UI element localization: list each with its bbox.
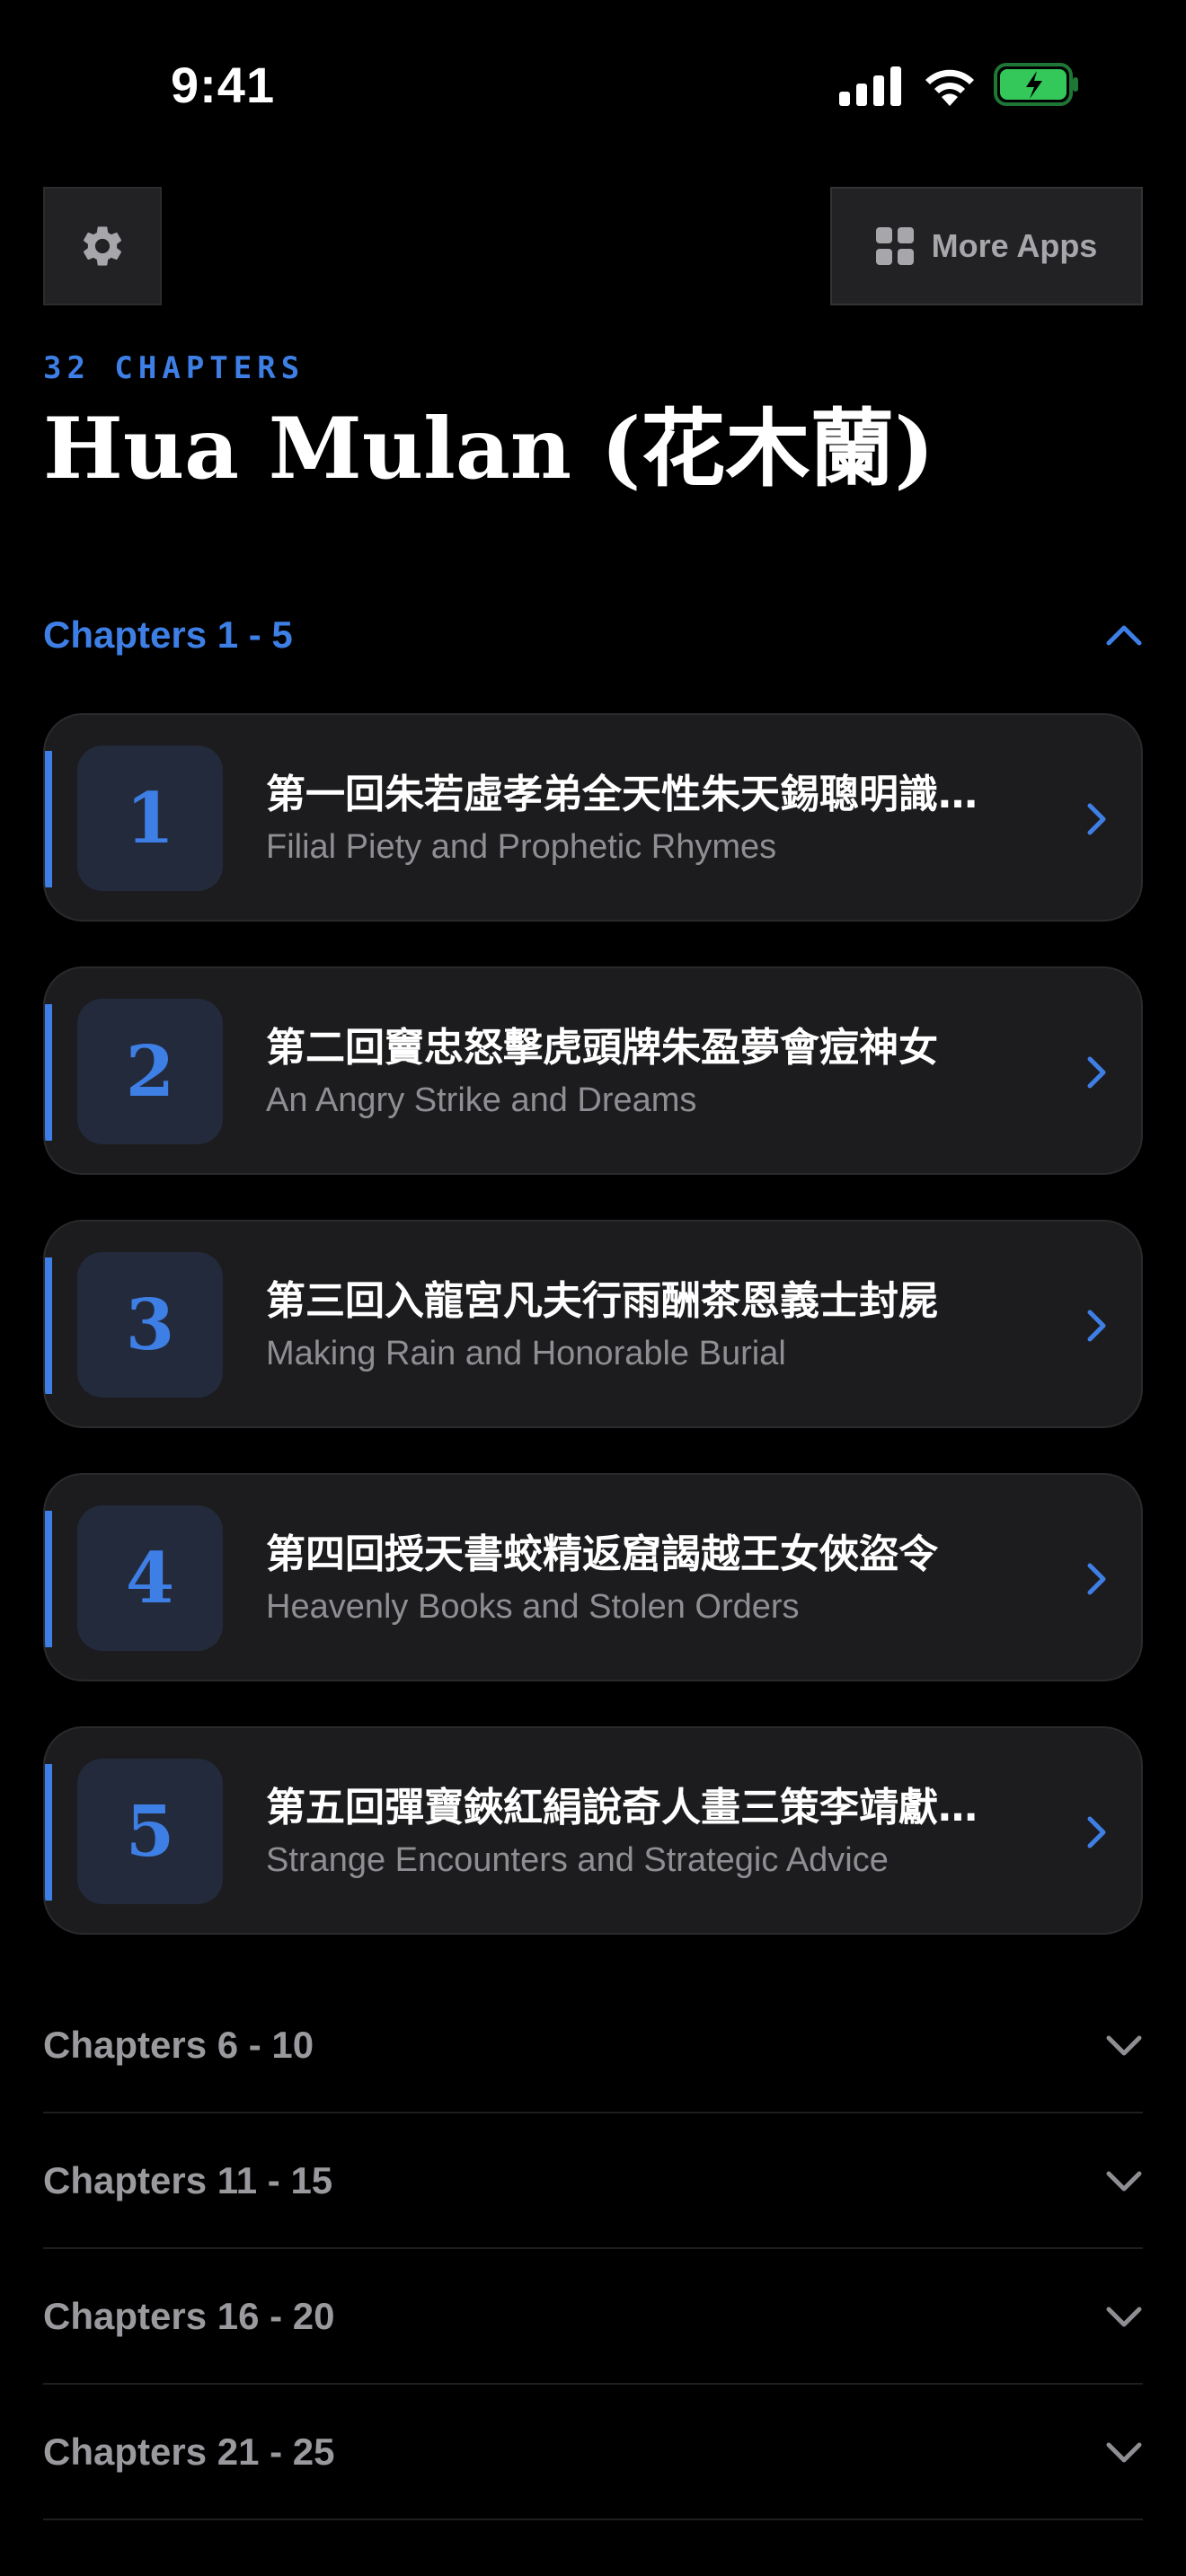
- chapter-number-badge: 2: [77, 999, 223, 1144]
- section-label: Chapters 11 - 15: [43, 2159, 333, 2201]
- chapter-title-chinese: 第四回授天書蛟精返窟謁越王女俠盜令: [266, 1531, 938, 1577]
- wifi-icon: [925, 69, 974, 106]
- card-accent: [45, 1004, 52, 1141]
- chapter-title-english: Making Rain and Honorable Burial: [266, 1335, 786, 1372]
- chapter-title-chinese: 第一回朱若虛孝弟全天性朱天錫聰明識…: [266, 772, 978, 817]
- section-header-chapters-1-5[interactable]: Chapters 1 - 5: [43, 595, 1143, 675]
- gear-icon: [83, 226, 122, 266]
- grid-icon: [875, 227, 914, 265]
- section-header-chapters-21-25[interactable]: Chapters 21 - 25: [43, 2386, 1143, 2520]
- battery-charging-icon: [994, 63, 1078, 106]
- card-accent: [45, 1257, 52, 1394]
- section-label: Chapters 21 - 25: [43, 2430, 335, 2473]
- chapter-number: 2: [125, 1030, 175, 1113]
- section-label: Chapters 16 - 20: [43, 2295, 335, 2337]
- chapter-card-5[interactable]: 5 第五回彈寶鋏紅絹說奇人畫三策李靖獻… Strange Encounters …: [43, 1726, 1143, 1935]
- chapter-number: 4: [125, 1537, 175, 1619]
- chapter-title-english: Filial Piety and Prophetic Rhymes: [266, 828, 777, 866]
- chapter-title-chinese: 第五回彈寶鋏紅絹說奇人畫三策李靖獻…: [266, 1785, 978, 1831]
- chevron-right-icon: [1087, 1563, 1106, 1595]
- chapter-number-badge: 1: [77, 745, 223, 891]
- chapter-count: 32 CHAPTERS: [43, 350, 305, 386]
- chapter-title-english: Strange Encounters and Strategic Advice: [266, 1841, 889, 1879]
- section-header-chapters-6-10[interactable]: Chapters 6 - 10: [43, 1979, 1143, 2113]
- section-label: Chapters 1 - 5: [43, 613, 293, 656]
- chapter-number: 5: [125, 1790, 175, 1873]
- chevron-down-icon: [1106, 2307, 1142, 2327]
- chapter-title-english: An Angry Strike and Dreams: [266, 1081, 697, 1119]
- section-header-chapters-11-15[interactable]: Chapters 11 - 15: [43, 2114, 1143, 2249]
- chapter-number: 1: [125, 777, 175, 860]
- chapter-title-english: Heavenly Books and Stolen Orders: [266, 1588, 800, 1626]
- chevron-down-icon: [1106, 2035, 1142, 2056]
- section-header-chapters-16-20[interactable]: Chapters 16 - 20: [43, 2250, 1143, 2385]
- chapter-card-3[interactable]: 3 第三回入龍宮凡夫行雨酬茶恩義士封屍 Making Rain and Hono…: [43, 1220, 1143, 1428]
- chapter-title-chinese: 第三回入龍宮凡夫行雨酬茶恩義士封屍: [266, 1278, 938, 1324]
- settings-button[interactable]: [43, 187, 162, 305]
- chapter-card-4[interactable]: 4 第四回授天書蛟精返窟謁越王女俠盜令 Heavenly Books and S…: [43, 1473, 1143, 1681]
- section-label: Chapters 6 - 10: [43, 2024, 314, 2066]
- chevron-up-icon: [1106, 625, 1142, 646]
- chapter-number-badge: 4: [77, 1505, 223, 1651]
- cellular-signal-icon: [839, 66, 901, 106]
- chapter-card-2[interactable]: 2 第二回竇忠怒擊虎頭牌朱盈夢會痘神女 An Angry Strike and …: [43, 966, 1143, 1175]
- chapter-card-1[interactable]: 1 第一回朱若虛孝弟全天性朱天錫聰明識… Filial Piety and Pr…: [43, 713, 1143, 922]
- chevron-right-icon: [1087, 1816, 1106, 1848]
- card-accent: [45, 1764, 52, 1901]
- more-apps-label: More Apps: [931, 227, 1098, 264]
- chevron-down-icon: [1106, 2171, 1142, 2192]
- more-apps-button[interactable]: More Apps: [830, 187, 1143, 305]
- card-accent: [45, 1511, 52, 1647]
- chevron-right-icon: [1087, 803, 1106, 835]
- chapter-number-badge: 5: [77, 1759, 223, 1904]
- status-time: 9:41: [171, 57, 276, 113]
- chapter-title-chinese: 第二回竇忠怒擊虎頭牌朱盈夢會痘神女: [266, 1025, 938, 1071]
- chevron-down-icon: [1106, 2442, 1142, 2463]
- chevron-right-icon: [1087, 1310, 1106, 1342]
- chapter-number: 3: [125, 1284, 175, 1366]
- card-accent: [45, 751, 52, 887]
- status-bar: 9:41: [0, 0, 1186, 171]
- chapter-number-badge: 3: [77, 1252, 223, 1398]
- page-title: Hua Mulan (花木蘭): [43, 400, 934, 498]
- chevron-right-icon: [1087, 1056, 1106, 1089]
